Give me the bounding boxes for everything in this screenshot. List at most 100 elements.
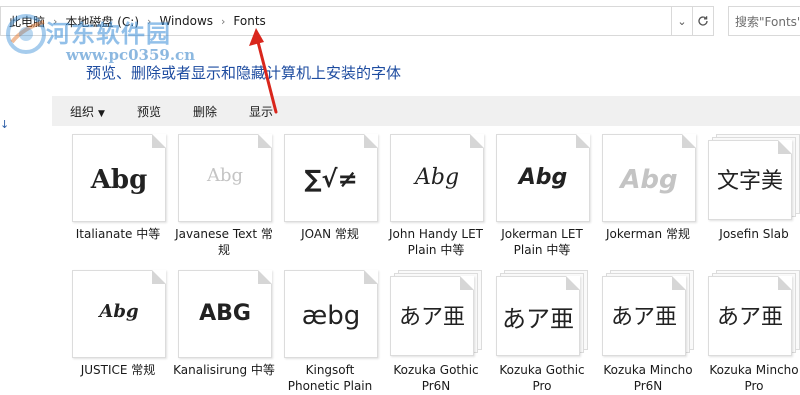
font-file-icon: Abg xyxy=(602,134,696,222)
preview-button[interactable]: 预览 xyxy=(137,103,161,120)
annotation-arrow-icon xyxy=(249,28,278,114)
command-bar: 组织 ▼ 预览 删除 显示 xyxy=(52,96,800,126)
address-bar[interactable]: 此电脑 › 本地磁盘 (C:) › Windows › Fonts ⌄ xyxy=(0,6,714,36)
font-sample: ∑√≠ xyxy=(304,165,358,193)
font-name: JUSTICE 常规 xyxy=(80,363,156,377)
breadcrumb-separator-icon[interactable]: › xyxy=(217,15,229,28)
font-file-icon: æbg xyxy=(284,270,378,358)
font-file-sheet: Abg xyxy=(178,134,272,222)
font-name: John Handy LET Plain 中等 xyxy=(388,227,484,257)
page-fold-icon xyxy=(258,270,272,284)
font-name: Kozuka Mincho Pro xyxy=(709,363,799,393)
caret-down-icon: ▼ xyxy=(98,108,105,119)
page-fold-icon xyxy=(672,276,686,290)
font-sample: Abg xyxy=(99,301,139,322)
font-name: Jokerman 常规 xyxy=(606,227,690,241)
font-tile[interactable]: Abg Javanese Text 常规 xyxy=(172,132,276,262)
font-name: Kozuka Mincho Pr6N xyxy=(603,363,693,393)
font-name: Italianate 中等 xyxy=(75,227,161,241)
page-fold-icon xyxy=(576,134,590,148)
font-family-icon: あア亜 xyxy=(496,270,590,358)
font-tile[interactable]: æbg Kingsoft Phonetic Plain xyxy=(278,268,382,395)
font-tile[interactable]: Abg Jokerman LET Plain 中等 xyxy=(490,132,594,262)
font-file-sheet: あア亜 xyxy=(390,276,474,356)
font-tile[interactable]: あア亜 Kozuka Mincho Pro xyxy=(702,268,800,395)
font-tile[interactable]: Abg John Handy LET Plain 中等 xyxy=(384,132,488,262)
font-sample: 文字美 xyxy=(716,169,783,194)
font-name: Jokerman LET Plain 中等 xyxy=(501,227,583,257)
font-grid: Abg Italianate 中等 Abg Javanese Text 常规 ∑√≠ JO… xyxy=(66,132,800,395)
font-file-sheet: æbg xyxy=(284,270,378,358)
font-name: Kozuka Gothic Pr6N xyxy=(393,363,479,393)
refresh-icon[interactable] xyxy=(692,7,713,35)
page-fold-icon xyxy=(364,270,378,284)
font-sample: あア亜 xyxy=(716,305,783,330)
font-name: Javanese Text 常规 xyxy=(175,227,273,257)
font-family-icon: 文字美 xyxy=(708,134,800,222)
page-fold-icon xyxy=(778,140,792,154)
font-family-icon: あア亜 xyxy=(390,270,484,358)
font-tile[interactable]: ∑√≠ JOAN 常规 xyxy=(278,132,382,262)
font-file-sheet: 文字美 xyxy=(708,140,792,220)
chevron-down-icon[interactable]: ⌄ xyxy=(671,7,692,35)
page-fold-icon xyxy=(258,134,272,148)
font-file-sheet: Abg xyxy=(72,134,166,222)
font-name: Kanalisirung 中等 xyxy=(173,363,275,377)
font-file-sheet: Abg xyxy=(496,134,590,222)
font-file-icon: Abg xyxy=(390,134,484,222)
font-file-icon: Abg xyxy=(496,134,590,222)
font-sample: Abg xyxy=(90,165,148,195)
breadcrumb-separator-icon[interactable]: › xyxy=(49,15,61,28)
font-file-icon: ∑√≠ xyxy=(284,134,378,222)
font-sample: あア亜 xyxy=(502,305,574,333)
font-tile[interactable]: ABG Kanalisirung 中等 xyxy=(172,268,276,395)
font-sample: ABG xyxy=(199,301,251,326)
font-file-sheet: Abg xyxy=(390,134,484,222)
organize-button[interactable]: 组织 ▼ xyxy=(70,103,105,120)
page-fold-icon xyxy=(682,134,696,148)
font-name: Kingsoft Phonetic Plain xyxy=(287,363,373,393)
navigation-pane[interactable] xyxy=(0,96,52,395)
font-tile[interactable]: あア亜 Kozuka Gothic Pr6N xyxy=(384,268,488,395)
font-name: JOAN 常规 xyxy=(301,227,359,241)
font-sample: あア亜 xyxy=(398,305,465,330)
font-file-sheet: あア亜 xyxy=(602,276,686,356)
font-name: Josefin Slab xyxy=(719,227,789,241)
page-fold-icon xyxy=(470,134,484,148)
font-tile[interactable]: Abg Italianate 中等 xyxy=(66,132,170,262)
organize-label: 组织 xyxy=(70,104,95,119)
font-name: Kozuka Gothic Pro xyxy=(499,363,585,393)
font-tile[interactable]: Abg JUSTICE 常规 xyxy=(66,268,170,395)
breadcrumb: 此电脑 › 本地磁盘 (C:) › Windows › Fonts xyxy=(1,7,270,35)
font-sample: あア亜 xyxy=(610,305,677,330)
font-tile[interactable]: 文字美 Josefin Slab xyxy=(702,132,800,262)
font-file-icon: Abg xyxy=(72,134,166,222)
font-tile[interactable]: あア亜 Kozuka Mincho Pr6N xyxy=(596,268,700,395)
page-fold-icon xyxy=(152,270,166,284)
font-sample: Abg xyxy=(620,165,678,195)
font-sample: Abg xyxy=(414,165,460,190)
font-tile[interactable]: あア亜 Kozuka Gothic Pro xyxy=(490,268,594,395)
breadcrumb-this-pc[interactable]: 此电脑 xyxy=(5,13,49,30)
page-fold-icon xyxy=(778,276,792,290)
font-file-sheet: Abg xyxy=(72,270,166,358)
font-file-sheet: あア亜 xyxy=(496,276,580,356)
page-title: 预览、删除或者显示和隐藏计算机上安装的字体 xyxy=(86,64,402,82)
font-file-sheet: ∑√≠ xyxy=(284,134,378,222)
font-sample: æbg xyxy=(301,301,361,331)
delete-button[interactable]: 删除 xyxy=(193,103,217,120)
page-fold-icon xyxy=(460,276,474,290)
search-input[interactable]: 搜索"Fonts" xyxy=(728,6,800,36)
font-sample: Abg xyxy=(206,165,244,186)
breadcrumb-local-disk[interactable]: 本地磁盘 (C:) xyxy=(61,13,143,30)
font-file-icon: Abg xyxy=(72,270,166,358)
navigation-pane-edge: ↓ xyxy=(0,118,10,131)
font-tile[interactable]: Abg Jokerman 常规 xyxy=(596,132,700,262)
font-family-icon: あア亜 xyxy=(602,270,696,358)
font-file-sheet: ABG xyxy=(178,270,272,358)
page-fold-icon xyxy=(364,134,378,148)
font-family-icon: あア亜 xyxy=(708,270,800,358)
breadcrumb-separator-icon[interactable]: › xyxy=(143,15,155,28)
font-sample: Abg xyxy=(518,165,568,190)
breadcrumb-windows[interactable]: Windows xyxy=(155,14,217,28)
